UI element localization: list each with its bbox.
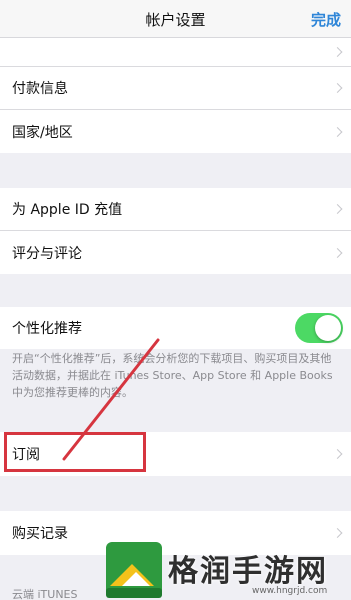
watermark-url: www.hngrjd.com xyxy=(252,586,328,596)
watermark-text: 格润手游网 xyxy=(168,554,328,589)
annotation-line xyxy=(62,338,160,461)
watermark: 格润手游网 www.hngrjd.com xyxy=(102,540,351,600)
watermark-logo-icon xyxy=(106,542,162,598)
